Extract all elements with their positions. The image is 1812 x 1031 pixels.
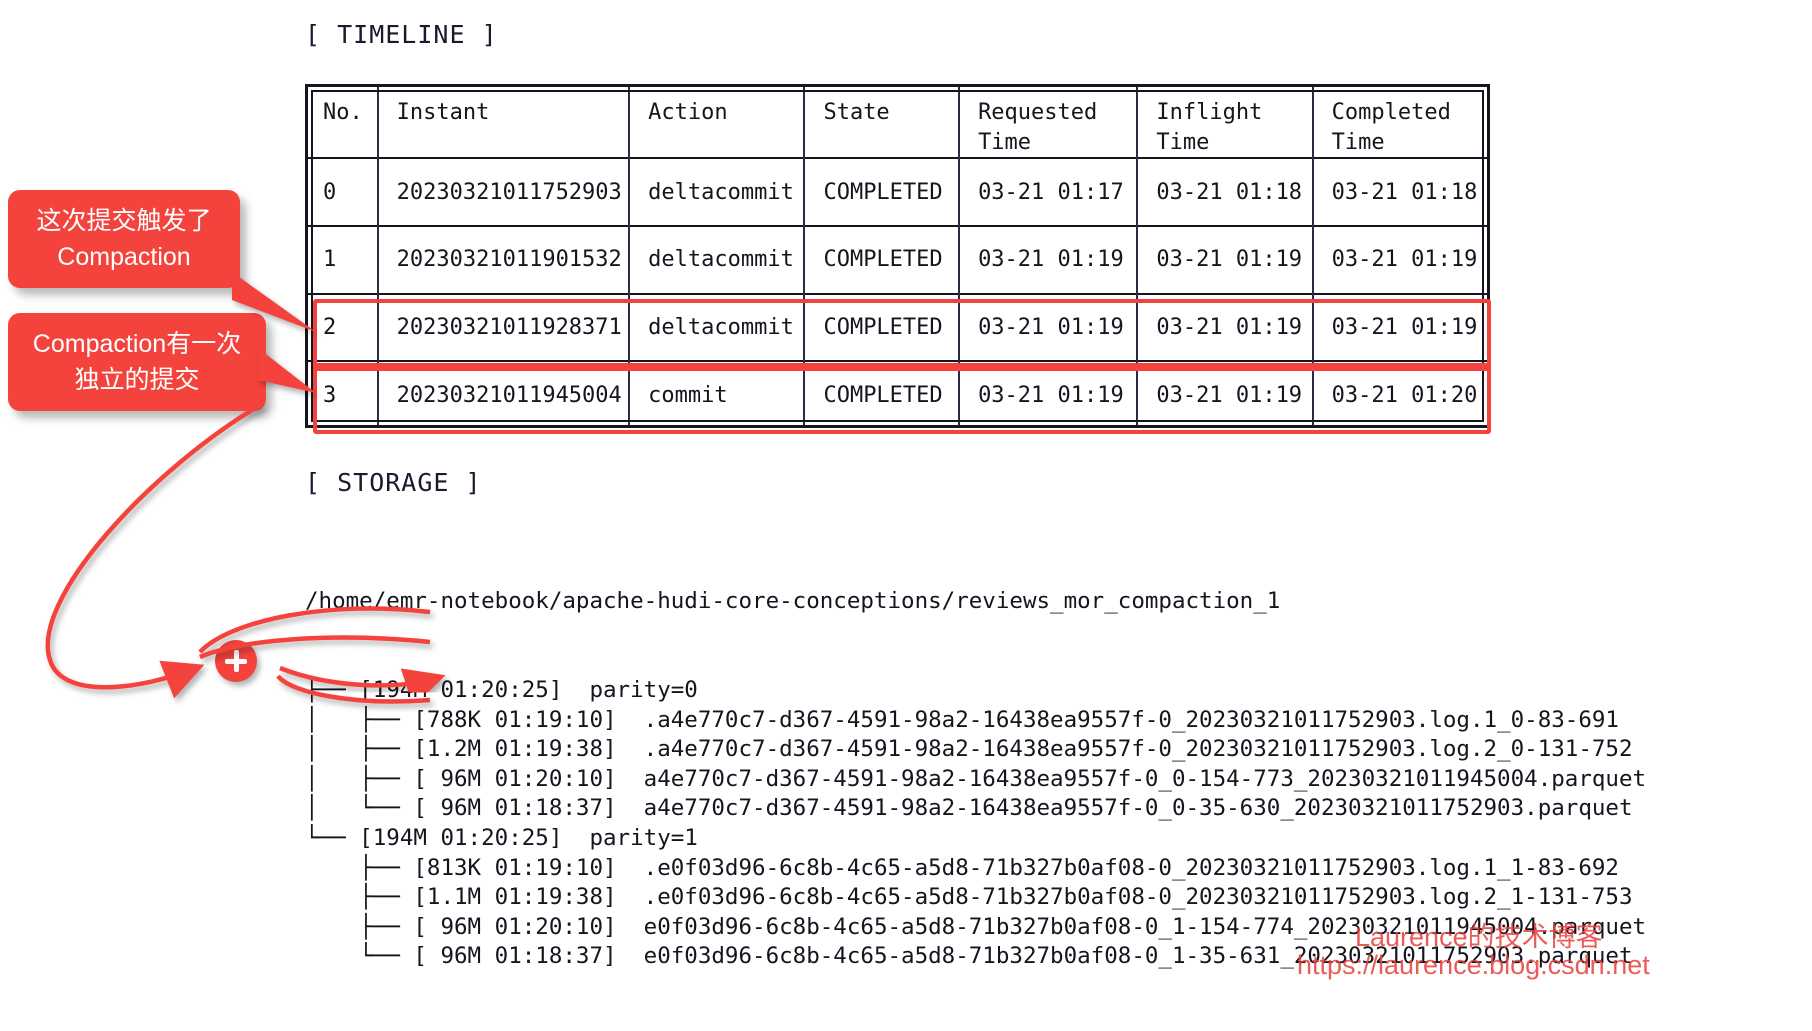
cell-inflight-time: 03-21 01:19 [1137, 226, 1314, 294]
cell-no: 1 [305, 226, 379, 294]
cell-completed-time: 03-21 01:19 [1331, 247, 1478, 273]
cell-completed-time: 03-21 01:19 [1331, 315, 1478, 341]
tree-line: └── [194M 01:20:25] parity=1 [305, 824, 698, 851]
cell-inflight-time: 03-21 01:19 [1137, 361, 1314, 428]
table-row: 1 20230321011901532 deltacommit COMPLETED 03… [305, 226, 1490, 294]
cell-action: deltacommit [629, 158, 806, 227]
column-header-action: Action [629, 84, 806, 159]
callout-compaction-commit: Compaction有一次 独立的提交 [8, 313, 266, 411]
column-header-state: State [804, 84, 961, 159]
watermark-blog-name: Laurence的技术博客 [1355, 922, 1603, 952]
cell-action: deltacommit [629, 226, 806, 294]
cell-state: COMPLETED [804, 226, 961, 294]
timeline-table-wrapper: No. Instant Action State Requested Time … [305, 84, 1490, 428]
column-header-no: No. [305, 84, 379, 159]
cell-action: deltacommit [629, 293, 806, 362]
column-header-instant: Instant [377, 84, 631, 159]
cell-instant: 20230321011901532 [377, 226, 631, 294]
timeline-header-row: No. Instant Action State Requested Time … [305, 84, 1490, 159]
tree-line: │ └── [ 96M 01:18:37] a4e770c7-d367-4591… [305, 795, 1633, 822]
cell-instant: 20230321011928371 [377, 293, 631, 362]
table-row: 2 20230321011928371 deltacommit COMPLETED 03… [305, 293, 1490, 362]
table-row: 3 20230321011945004 commit COMPLETED 03-21 0… [305, 361, 1490, 428]
tree-line: │ ├── [788K 01:19:10] .a4e770c7-d367-459… [305, 706, 1619, 733]
cell-no: 3 [305, 361, 379, 428]
column-header-inflight-time: Inflight Time [1137, 84, 1314, 159]
tree-line: ├── [1.1M 01:19:38] .e0f03d96-6c8b-4c65-… [305, 884, 1633, 911]
cell-inflight-time: 03-21 01:18 [1137, 158, 1314, 227]
callout-2-line-2: 独立的提交 [74, 366, 200, 394]
cell-state: COMPLETED [804, 293, 961, 362]
table-row: 0 20230321011752903 deltacommit COMPLETED 03… [305, 158, 1490, 227]
tree-line: │ ├── [1.2M 01:19:38] .a4e770c7-d367-459… [305, 736, 1633, 763]
cell-no: 2 [305, 293, 379, 362]
cell-state: COMPLETED [804, 158, 961, 227]
column-header-requested-time: Requested Time [959, 84, 1139, 159]
column-header-completed-time: Completed Time [1331, 100, 1451, 155]
storage-root-path: /home/emr-notebook/apache-hudi-core-conc… [305, 588, 1281, 615]
tree-line: │ ├── [ 96M 01:20:10] a4e770c7-d367-4591… [305, 765, 1647, 792]
merge-plus-icon [215, 640, 257, 682]
cell-action: commit [629, 361, 806, 428]
timeline-table: No. Instant Action State Requested Time … [305, 84, 1490, 428]
cell-instant: 20230321011752903 [377, 158, 631, 227]
timeline-section-label: [ TIMELINE ] [305, 20, 498, 49]
callout-1-line-2: Compaction [57, 243, 191, 271]
tree-line: ├── [194M 01:20:25] parity=0 [305, 676, 698, 703]
watermark-blog-url: https://laurence.blog.csdn.net [1297, 950, 1650, 980]
cell-inflight-time: 03-21 01:19 [1137, 293, 1314, 362]
cell-requested-time: 03-21 01:19 [959, 226, 1139, 294]
callout-2-line-1: Compaction有一次 [32, 329, 242, 358]
cell-completed-time: 03-21 01:20 [1331, 382, 1478, 408]
callout-1-line-1: 这次提交触发了 [36, 206, 212, 235]
cell-no: 0 [305, 158, 379, 227]
cell-requested-time: 03-21 01:19 [959, 293, 1139, 362]
cell-requested-time: 03-21 01:17 [959, 158, 1139, 227]
storage-section-label: [ STORAGE ] [305, 468, 482, 497]
cell-state: COMPLETED [804, 361, 961, 428]
callout-compaction-trigger: 这次提交触发了 Compaction [8, 190, 240, 288]
cell-completed-time: 03-21 01:18 [1331, 179, 1478, 205]
cell-requested-time: 03-21 01:19 [959, 361, 1139, 428]
timeline-table-head: No. Instant Action State Requested Time … [305, 84, 1490, 159]
cell-instant: 20230321011945004 [377, 361, 631, 428]
diagram-canvas: [ TIMELINE ] [ STORAGE ] No. Instant Act… [0, 0, 1812, 998]
timeline-table-body: 0 20230321011752903 deltacommit COMPLETED 03… [305, 158, 1490, 428]
tree-line: ├── [813K 01:19:10] .e0f03d96-6c8b-4c65-… [305, 854, 1619, 881]
